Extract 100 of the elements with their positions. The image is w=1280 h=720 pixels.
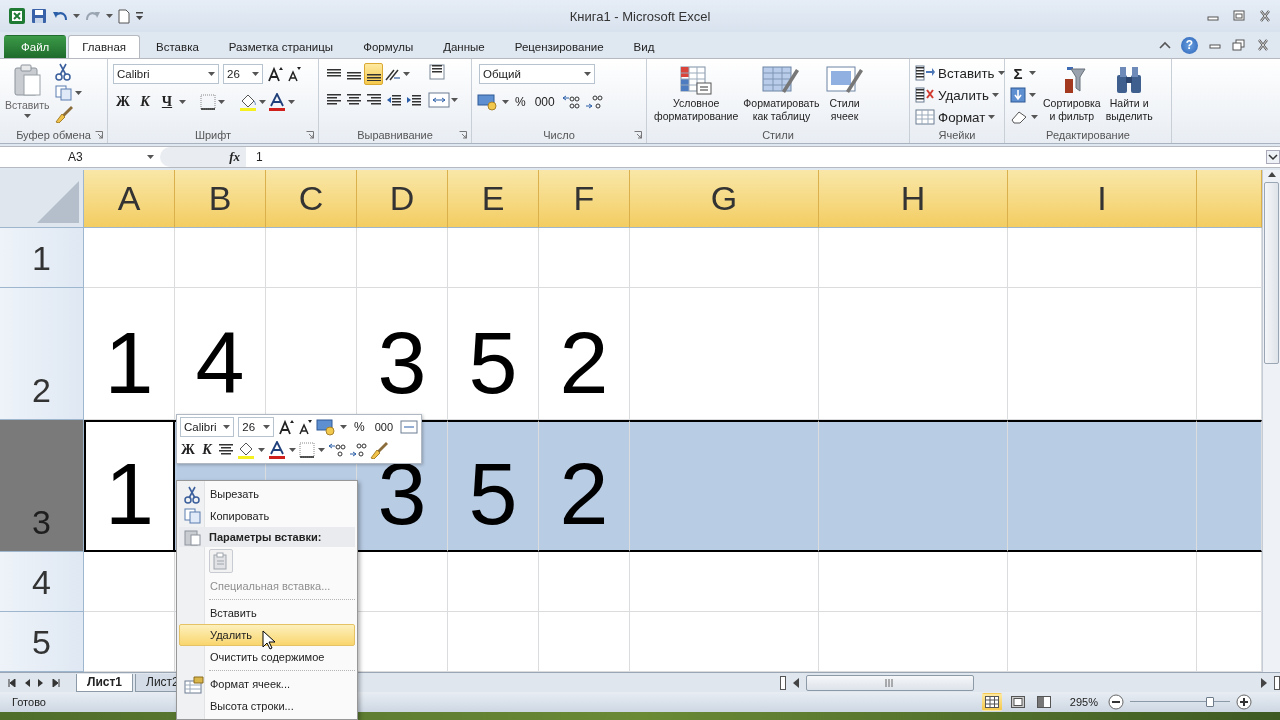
scrollbar-thumb[interactable] [806,674,974,691]
column-header[interactable]: F [539,170,630,228]
close-icon[interactable] [1258,10,1272,22]
cell-style-brush-icon[interactable] [824,65,865,95]
ribbon-tab[interactable]: Формулы [349,35,428,58]
menu-item[interactable]: Копировать [179,505,355,527]
scroll-right-icon[interactable] [1260,677,1268,688]
column-header[interactable]: H [819,170,1008,228]
decrease-decimal-icon[interactable] [349,442,367,458]
borders-icon[interactable] [299,442,315,458]
shrink-font-icon[interactable] [287,66,301,82]
font-name-field[interactable]: Calibri [113,64,219,84]
currency-icon[interactable] [315,418,336,436]
percent-button[interactable]: % [512,92,529,112]
name-box[interactable]: A3 [0,147,160,167]
cells-menu-button[interactable]: Вставить [915,63,1005,83]
caret-icon[interactable] [223,425,231,429]
first-sheet-icon[interactable] [8,678,16,687]
grow-font-icon[interactable] [267,66,283,82]
style-button[interactable]: Стили ячеек [824,65,865,123]
last-sheet-icon[interactable] [52,678,60,687]
column-header[interactable]: E [448,170,539,228]
caret-icon[interactable] [1031,115,1038,119]
ribbon-tab[interactable]: Рецензирование [500,35,618,58]
editing-button[interactable]: Сортировка и фильтр [1043,65,1101,123]
zoom-out-icon[interactable] [1108,694,1124,710]
column-header[interactable]: D [357,170,448,228]
merge-cells-icon[interactable] [428,92,450,108]
grow-font-icon[interactable] [277,419,294,435]
font-color-icon[interactable] [268,441,286,459]
increase-decimal-icon[interactable] [328,442,346,458]
caret-icon[interactable] [451,98,458,102]
caret-icon[interactable] [258,448,265,452]
row-header[interactable]: 5 [0,612,84,672]
spreadsheet-app-icon[interactable] [8,7,26,25]
underline-button[interactable]: Ч [157,92,177,112]
menu-item[interactable]: Высота строки... [179,695,355,717]
fill-down-icon[interactable] [1010,87,1026,103]
sheet-tab[interactable]: Лист1 [76,673,134,692]
cells-menu-button[interactable]: Формат [915,107,1005,127]
caret-icon[interactable] [339,425,347,429]
row-header[interactable]: 1 [0,228,84,288]
cells-menu-button[interactable]: Удалить [915,85,1005,105]
undo-icon[interactable] [52,9,68,23]
caret-icon[interactable] [502,100,509,104]
row-header[interactable]: 3 [0,420,84,552]
decrease-indent-icon[interactable] [385,93,402,107]
caret-icon[interactable] [262,425,270,429]
scroll-up-icon[interactable] [1266,170,1277,178]
menu-item[interactable]: Вырезать [179,483,355,505]
column-header[interactable]: G [630,170,819,228]
align-center-icon[interactable] [218,443,234,457]
caret-icon[interactable] [74,91,82,95]
insert-cells-icon[interactable] [915,65,935,81]
fill-color-icon[interactable] [237,441,255,459]
align-bottom-button[interactable] [364,63,383,85]
maximize-icon[interactable] [1232,10,1246,22]
format-painter-icon[interactable] [370,441,388,459]
cut-icon[interactable] [54,63,71,81]
previous-sheet-icon[interactable] [24,678,30,687]
menu-item[interactable]: Вставить [179,602,355,624]
zoom-slider[interactable] [1130,697,1230,707]
file-menu-tab[interactable]: Файл [4,35,67,58]
align-left-icon[interactable] [325,93,342,107]
column-header[interactable]: B [175,170,266,228]
italic-button[interactable]: К [135,92,155,112]
caret-icon[interactable] [179,100,186,104]
paste-button[interactable]: Вставить [5,63,50,118]
borders-icon[interactable] [200,94,216,110]
thousands-separator-button[interactable]: 000 [371,417,396,437]
caret-icon[interactable] [73,14,80,18]
shrink-font-icon[interactable] [297,419,312,435]
font-size-field[interactable]: 26 [223,64,263,84]
caret-icon[interactable] [988,115,996,119]
currency-icon[interactable] [477,93,499,111]
row-header[interactable]: 4 [0,552,84,612]
increase-indent-icon[interactable] [405,93,422,107]
caret-icon[interactable] [23,114,31,118]
dialog-launcher-icon[interactable] [306,131,314,139]
fill-color-icon[interactable] [239,93,257,111]
insert-function-button[interactable]: fx [229,149,240,165]
dialog-launcher-icon[interactable] [459,131,467,139]
ribbon-tab[interactable]: Разметка страницы [214,35,348,58]
font-color-icon[interactable] [268,93,286,111]
merge-cells-icon[interactable] [400,420,418,434]
column-header[interactable]: A [84,170,175,228]
ribbon-tab[interactable]: Вид [619,35,669,58]
view-button[interactable] [981,693,1002,711]
new-document-icon[interactable] [118,8,130,24]
caret-icon[interactable] [991,93,999,97]
caret-icon[interactable] [1029,71,1036,75]
font-size-field[interactable]: 26 [238,417,274,437]
column-header[interactable]: C [266,170,357,228]
bold-button[interactable]: Ж [113,92,133,112]
save-icon[interactable] [31,8,47,24]
align-center-icon[interactable] [345,93,362,107]
italic-button[interactable]: К [199,440,215,460]
format-cells-icon[interactable] [915,109,935,125]
scroll-left-icon[interactable] [792,677,800,688]
thousands-separator-button[interactable]: 000 [531,92,558,112]
